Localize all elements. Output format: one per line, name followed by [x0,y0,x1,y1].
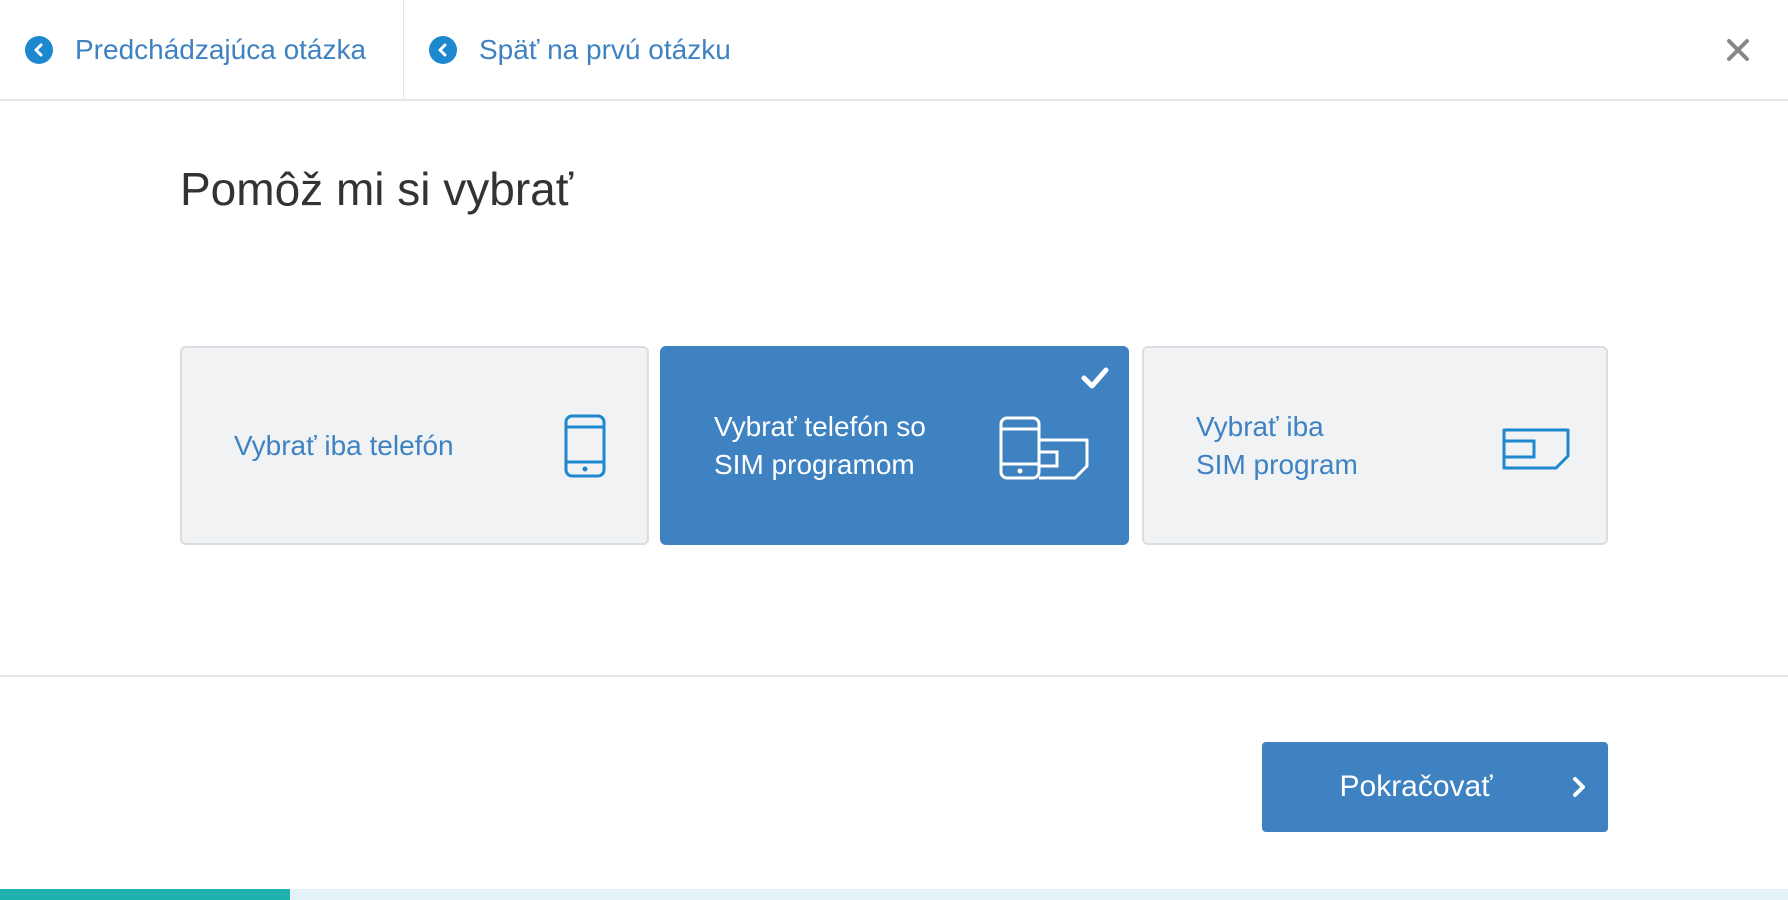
phone-icon [564,414,606,478]
option-phone-only[interactable]: Vybrať iba telefón [180,346,649,545]
back-to-first-question-link[interactable]: Späť na prvú otázku [429,0,731,99]
footer-divider [0,675,1788,677]
chevron-right-icon [1573,777,1585,797]
option-label: Vybrať iba telefón [234,429,454,461]
chevron-left-circle-icon [25,35,53,64]
topbar-divider [403,0,404,99]
option-phone-with-sim[interactable]: Vybrať telefón so SIM programom [660,346,1129,545]
continue-button[interactable]: Pokračovať [1262,742,1608,832]
chevron-left-circle-icon [429,35,457,64]
option-sim-only[interactable]: Vybrať iba SIM program [1142,346,1608,545]
page-title: Pomôž mi si vybrať [180,163,573,215]
back-to-first-question-label: Späť na prvú otázku [479,33,731,65]
check-icon [1081,367,1109,389]
progress-bar [0,889,1788,900]
close-icon[interactable] [1724,36,1752,64]
previous-question-label: Predchádzajúca otázka [75,33,367,65]
previous-question-link[interactable]: Predchádzajúca otázka [25,0,366,99]
sim-card-icon [1502,428,1570,470]
top-navigation-bar: Predchádzajúca otázka Späť na prvú otázk… [0,0,1788,101]
continue-label: Pokračovať [1339,770,1493,803]
option-label: Vybrať telefón so SIM programom [714,410,926,480]
progress-fill [0,889,290,900]
phone-sim-icon [999,416,1089,480]
option-label: Vybrať iba SIM program [1196,410,1358,480]
